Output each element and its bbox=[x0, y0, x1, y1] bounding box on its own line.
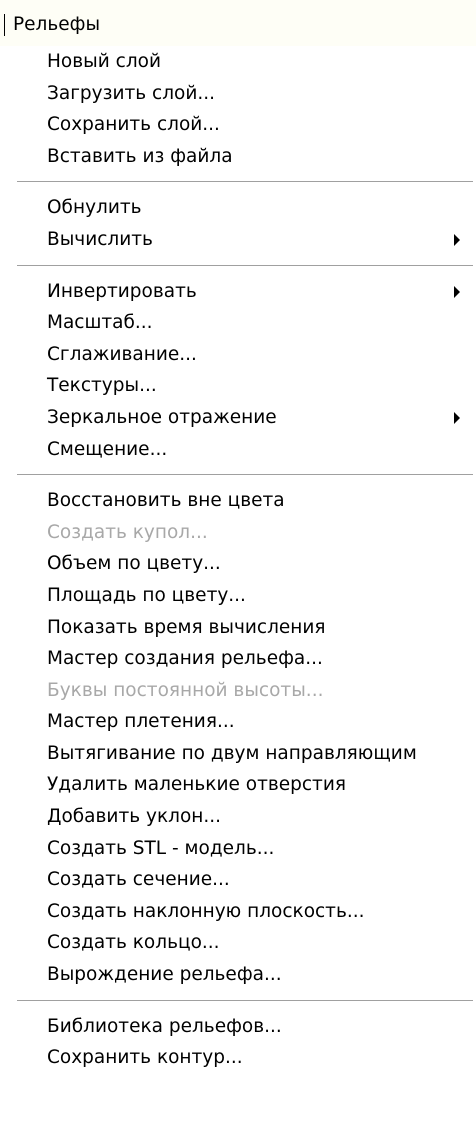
menu-item[interactable]: Вытягивание по двум направляющим bbox=[0, 738, 476, 770]
menu-item[interactable]: Мастер создания рельефа... bbox=[0, 643, 476, 675]
menu-item-label: Мастер плетения... bbox=[47, 711, 235, 733]
menu-item-label: Вытягивание по двум направляющим bbox=[47, 742, 417, 764]
menu-item-label: Вставить из файла bbox=[47, 145, 233, 167]
menu-item[interactable]: Объем по цвету... bbox=[0, 548, 476, 580]
menu-item-label: Создать сечение... bbox=[47, 869, 230, 891]
menu-item-label: Создать STL - модель... bbox=[47, 837, 275, 859]
menu-item-label: Вырождение рельефа... bbox=[47, 964, 282, 986]
menu-item-label: Загрузить слой... bbox=[47, 82, 216, 104]
submenu-arrow-icon bbox=[454, 233, 460, 246]
menu-item-label: Создать наклонную плоскость... bbox=[47, 900, 365, 922]
menu-item[interactable]: Показать время вычисления bbox=[0, 612, 476, 644]
menu-item-label: Создать купол... bbox=[47, 521, 208, 543]
menu-item-label: Смещение... bbox=[47, 438, 168, 460]
menu-item-label: Создать кольцо... bbox=[47, 932, 220, 954]
menu-item-label: Восстановить вне цвета bbox=[47, 490, 285, 512]
submenu-arrow-icon bbox=[454, 285, 460, 298]
menu-item-label: Текстуры... bbox=[47, 375, 157, 397]
menu-item[interactable]: Восстановить вне цвета bbox=[0, 485, 476, 517]
menu-item-label: Показать время вычисления bbox=[47, 616, 326, 638]
menu-item[interactable]: Мастер плетения... bbox=[0, 706, 476, 738]
menu-item-label: Масштаб... bbox=[47, 312, 153, 334]
menu-item[interactable]: Создать кольцо... bbox=[0, 927, 476, 959]
menu-item[interactable]: Инвертировать bbox=[0, 276, 476, 308]
menu-item[interactable]: Создать сечение... bbox=[0, 864, 476, 896]
dropdown-menu: Новый слой Загрузить слой... Сохранить сло… bbox=[0, 46, 476, 1074]
menu-item[interactable]: Создать наклонную плоскость... bbox=[0, 896, 476, 928]
menu-item[interactable]: Смещение... bbox=[0, 434, 476, 466]
menu-item-label: Площадь по цвету... bbox=[47, 584, 246, 606]
menu-item[interactable]: Зеркальное отражение bbox=[0, 402, 476, 434]
menu-item-label: Сохранить контур... bbox=[47, 1047, 243, 1069]
menu-title-reliefs[interactable]: Рельефы bbox=[13, 13, 100, 37]
menubar: Рельефы bbox=[0, 0, 476, 46]
menu-item-label: Сохранить слой... bbox=[47, 114, 220, 136]
menu-item[interactable]: Новый слой bbox=[0, 46, 476, 78]
menu-item[interactable]: Площадь по цвету... bbox=[0, 580, 476, 612]
menu-item[interactable]: Масштаб... bbox=[0, 307, 476, 339]
menu-separator bbox=[0, 256, 476, 276]
menu-separator bbox=[0, 991, 476, 1011]
menu-item[interactable]: Сохранить контур... bbox=[0, 1042, 476, 1074]
menu-item-label: Добавить уклон... bbox=[47, 806, 222, 828]
menu-item[interactable]: Обнулить bbox=[0, 192, 476, 224]
menu-item-label: Буквы постоянной высоты... bbox=[47, 679, 324, 701]
menu-item[interactable]: Текстуры... bbox=[0, 370, 476, 402]
menu-item-label: Объем по цвету... bbox=[47, 553, 221, 575]
menu-item[interactable]: Вычислить bbox=[0, 224, 476, 256]
menu-separator bbox=[0, 465, 476, 485]
menu-item-label: Вычислить bbox=[47, 228, 153, 250]
menu-item[interactable]: Вырождение рельефа... bbox=[0, 959, 476, 991]
menu-item[interactable]: Библиотека рельефов... bbox=[0, 1011, 476, 1043]
menu-item-label: Библиотека рельефов... bbox=[47, 1015, 282, 1037]
menu-item-label: Инвертировать bbox=[47, 280, 197, 302]
menu-item-label: Новый слой bbox=[47, 51, 161, 72]
menu-item[interactable]: Вставить из файла bbox=[0, 141, 476, 173]
menu-item-label: Сглаживание... bbox=[47, 343, 197, 365]
menu-item[interactable]: Загрузить слой... bbox=[0, 78, 476, 110]
menu-item-label: Мастер создания рельефа... bbox=[47, 648, 323, 670]
menu-item[interactable]: Добавить уклон... bbox=[0, 801, 476, 833]
menu-item: Буквы постоянной высоты... bbox=[0, 675, 476, 707]
menu-separator bbox=[0, 172, 476, 192]
menu-item[interactable]: Сохранить слой... bbox=[0, 109, 476, 141]
menu-item-label: Зеркальное отражение bbox=[47, 406, 277, 428]
menu-item[interactable]: Создать STL - модель... bbox=[0, 833, 476, 865]
menu-item[interactable]: Сглаживание... bbox=[0, 339, 476, 371]
submenu-arrow-icon bbox=[454, 411, 460, 424]
menubar-separator bbox=[4, 14, 5, 36]
menu-item-label: Обнулить bbox=[47, 197, 142, 219]
menu-item-label: Удалить маленькие отверстия bbox=[47, 774, 346, 796]
menu-item[interactable]: Удалить маленькие отверстия bbox=[0, 769, 476, 801]
menu-item: Создать купол... bbox=[0, 517, 476, 549]
